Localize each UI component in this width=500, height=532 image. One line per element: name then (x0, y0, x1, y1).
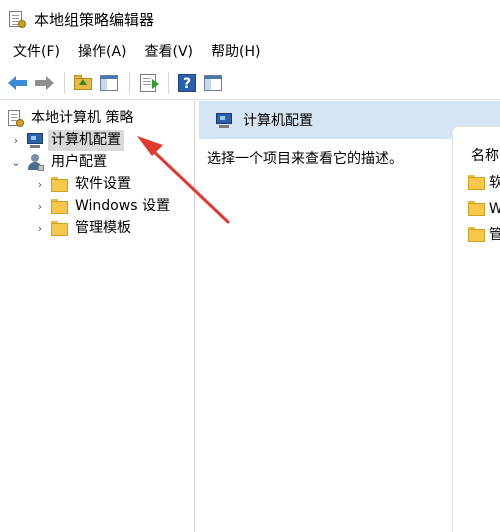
tree-item-label: 计算机配置 (48, 129, 124, 151)
menu-bar: 文件(F) 操作(A) 查看(V) 帮助(H) (0, 38, 500, 66)
folder-icon (50, 175, 68, 193)
back-arrow-icon (8, 75, 28, 90)
tree-item-admin-templates[interactable]: › 管理模板 (34, 217, 134, 239)
computer-icon (26, 131, 44, 149)
forward-arrow-icon (34, 75, 54, 90)
folder-icon (50, 219, 68, 237)
console-tree[interactable]: 本地计算机 策略 › 计算机配置 ⌄ 用户配置 › 软件设置 › Windows… (0, 101, 195, 532)
chevron-down-icon[interactable]: ⌄ (10, 156, 22, 169)
forward-button[interactable] (32, 71, 56, 95)
tree-item-computer-config[interactable]: › 计算机配置 (10, 129, 124, 151)
folder-up-icon (74, 75, 92, 90)
tree-item-label: 用户配置 (51, 153, 107, 170)
description-text: 选择一个项目来查看它的描述。 (207, 151, 403, 167)
help-icon: ? (178, 73, 196, 92)
tree-item-root[interactable]: 本地计算机 策略 (6, 107, 136, 129)
chevron-right-icon[interactable]: › (34, 222, 46, 235)
menu-view[interactable]: 查看(V) (136, 40, 203, 64)
computer-icon (215, 111, 233, 129)
tree-item-label: Windows 设置 (75, 197, 170, 214)
tree-item-software-settings[interactable]: › 软件设置 (34, 173, 134, 195)
properties-button[interactable] (201, 71, 225, 95)
folder-icon (467, 173, 485, 191)
toolbar-separator (64, 71, 65, 94)
export-list-icon (140, 73, 159, 92)
folder-icon (50, 197, 68, 215)
toolbar-separator (129, 71, 130, 94)
list-item-label: Windows 设置 (489, 198, 500, 218)
user-icon (26, 153, 44, 171)
title-bar: 本地组策略编辑器 (0, 0, 500, 38)
tree-item-label: 本地计算机 策略 (31, 109, 134, 126)
export-list-button[interactable] (136, 71, 160, 95)
tree-item-label: 软件设置 (75, 175, 131, 192)
menu-action[interactable]: 操作(A) (69, 40, 136, 64)
chevron-right-icon[interactable]: › (34, 200, 46, 213)
policy-editor-icon (8, 10, 26, 28)
item-list[interactable]: 名称 软件设置 Windows 设置 管理模板 (452, 126, 500, 532)
chevron-right-icon[interactable]: › (34, 178, 46, 191)
list-item-label: 管理模板 (489, 224, 500, 244)
tree-item-label: 管理模板 (75, 219, 131, 236)
list-item[interactable]: 管理模板 (467, 223, 500, 245)
toolbar: ? (0, 66, 500, 100)
back-button[interactable] (6, 71, 30, 95)
menu-help[interactable]: 帮助(H) (202, 40, 269, 64)
toolbar-separator (168, 71, 169, 94)
folder-icon (467, 225, 485, 243)
column-header-name[interactable]: 名称 (471, 145, 499, 165)
list-item-label: 软件设置 (489, 172, 500, 192)
list-item[interactable]: Windows 设置 (467, 197, 500, 219)
folder-icon (467, 199, 485, 217)
tree-item-windows-settings[interactable]: › Windows 设置 (34, 195, 173, 217)
policy-icon (6, 109, 24, 127)
up-one-level-button[interactable] (71, 71, 95, 95)
tree-item-user-config[interactable]: ⌄ 用户配置 (10, 151, 110, 173)
list-item[interactable]: 软件设置 (467, 171, 500, 193)
properties-icon (204, 74, 222, 91)
show-hide-tree-icon (100, 74, 118, 91)
menu-file[interactable]: 文件(F) (4, 40, 69, 64)
details-pane: 计算机配置 选择一个项目来查看它的描述。 名称 软件设置 Windows 设置 … (199, 101, 500, 532)
help-button[interactable]: ? (175, 71, 199, 95)
show-hide-tree-button[interactable] (97, 71, 121, 95)
chevron-right-icon[interactable]: › (10, 134, 22, 147)
window-title: 本地组策略编辑器 (34, 10, 155, 29)
details-header-title: 计算机配置 (243, 113, 313, 129)
